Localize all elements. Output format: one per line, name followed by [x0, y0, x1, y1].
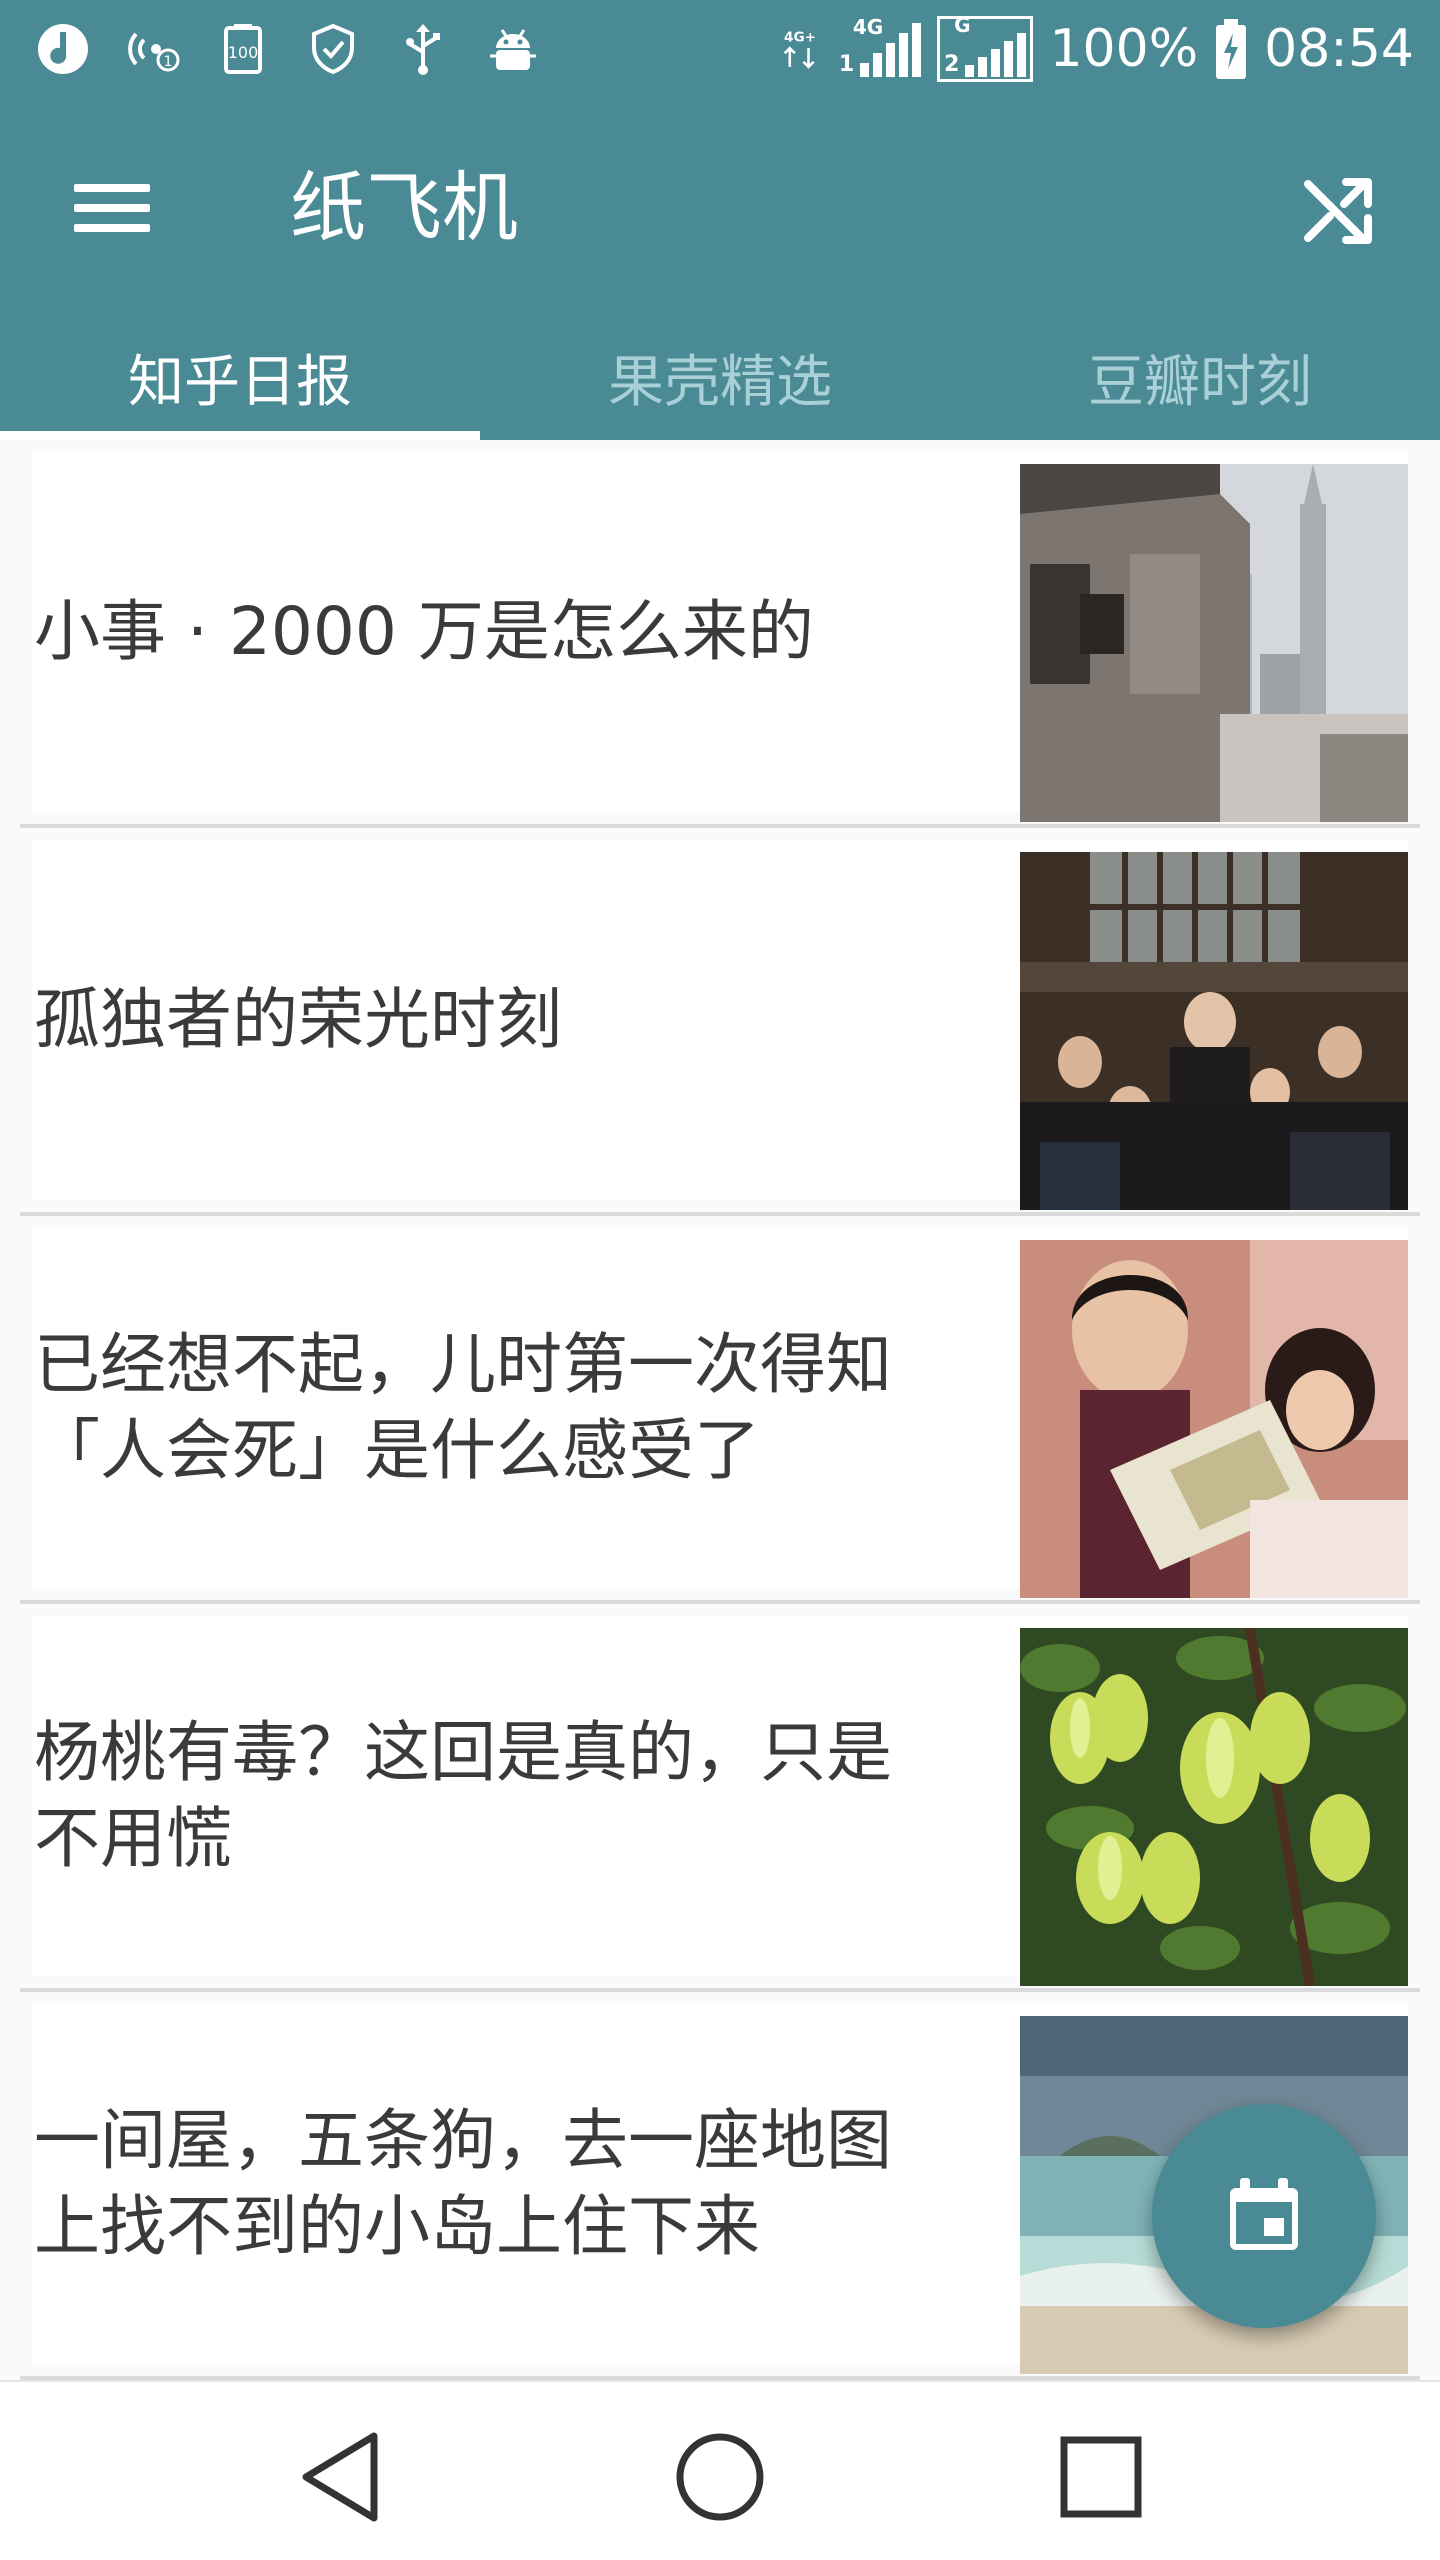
tab-bar: 知乎日报 果壳精选 豆瓣时刻 — [0, 315, 1440, 440]
svg-text:1: 1 — [164, 54, 173, 70]
home-icon[interactable] — [665, 2422, 775, 2532]
list-divider — [20, 824, 1420, 828]
article-title: 一间屋，五条狗，去一座地图 上找不到的小岛上住下来 — [34, 2102, 892, 2265]
usb-icon — [396, 16, 450, 82]
sim2-slot-label: 2 — [944, 52, 960, 77]
article-card[interactable]: 已经想不起，儿时第一次得知 「人会死」是什么感受了 — [32, 1228, 1408, 1598]
app-root: 1 100 4G+ 4G 1 G 2 100% 08:54 纸飞机 知乎日报 果… — [0, 0, 1440, 2560]
article-card[interactable]: 小事 · 2000 万是怎么来的 — [32, 452, 1408, 822]
back-icon[interactable] — [288, 2422, 398, 2532]
article-title: 孤独者的荣光时刻 — [34, 981, 562, 1058]
article-thumbnail — [1020, 464, 1408, 822]
battery-percent: 100% — [1049, 19, 1199, 79]
status-bar: 1 100 4G+ 4G 1 G 2 100% 08:54 — [0, 0, 1440, 100]
recents-icon[interactable] — [1046, 2422, 1156, 2532]
article-card[interactable]: 杨桃有毒？这回是真的，只是 不用慌 — [32, 1616, 1408, 1986]
tab-zhihu-daily[interactable]: 知乎日报 — [0, 315, 480, 440]
article-thumbnail — [1020, 1240, 1408, 1598]
menu-icon[interactable] — [62, 162, 162, 252]
calendar-fab-button[interactable] — [1152, 2104, 1376, 2328]
article-title: 杨桃有毒？这回是真的，只是 不用慌 — [34, 1714, 892, 1877]
tab-douban-moment[interactable]: 豆瓣时刻 — [960, 315, 1440, 440]
storage-100-icon: 100 — [216, 16, 270, 82]
hotspot-icon: 1 — [126, 16, 180, 82]
list-divider — [20, 1212, 1420, 1216]
article-title: 小事 · 2000 万是怎么来的 — [34, 593, 814, 670]
status-left-icons: 1 100 — [36, 16, 540, 82]
app-title: 纸飞机 — [290, 163, 518, 252]
battery-charging-icon — [1214, 16, 1248, 82]
android-debug-icon — [486, 16, 540, 82]
sim1-slot-label: 1 — [838, 52, 855, 77]
sim2-network-label: G — [954, 13, 971, 37]
system-navigation-bar — [0, 2380, 1440, 2560]
sim1-signal-icon: 4G 1 — [838, 15, 922, 77]
svg-text:100: 100 — [228, 43, 259, 62]
article-title: 已经想不起，儿时第一次得知 「人会死」是什么感受了 — [34, 1326, 892, 1489]
clock: 08:54 — [1264, 19, 1414, 79]
list-divider — [20, 1988, 1420, 1992]
article-card[interactable]: 孤独者的荣光时刻 — [32, 840, 1408, 1210]
tab-guokr-selection[interactable]: 果壳精选 — [480, 315, 960, 440]
article-thumbnail — [1020, 852, 1408, 1210]
list-divider — [20, 1600, 1420, 1604]
app-toolbar: 纸飞机 — [0, 100, 1440, 315]
data-transfer-icon: 4G+ — [777, 16, 823, 82]
music-app-icon — [36, 16, 90, 82]
shield-icon — [306, 16, 360, 82]
article-list: 小事 · 2000 万是怎么来的 孤独者的荣光时刻 已经想不起，儿时第一次得知 … — [0, 440, 1440, 2380]
calendar-icon — [1230, 2178, 1298, 2250]
sim2-signal-icon: G 2 — [937, 13, 1034, 82]
article-thumbnail — [1020, 1628, 1408, 1986]
svg-text:4G+: 4G+ — [784, 29, 816, 45]
status-right: 4G+ 4G 1 G 2 100% 08:54 — [777, 13, 1414, 84]
sim1-network-label: 4G — [852, 15, 884, 39]
shuffle-icon[interactable] — [1288, 160, 1388, 260]
